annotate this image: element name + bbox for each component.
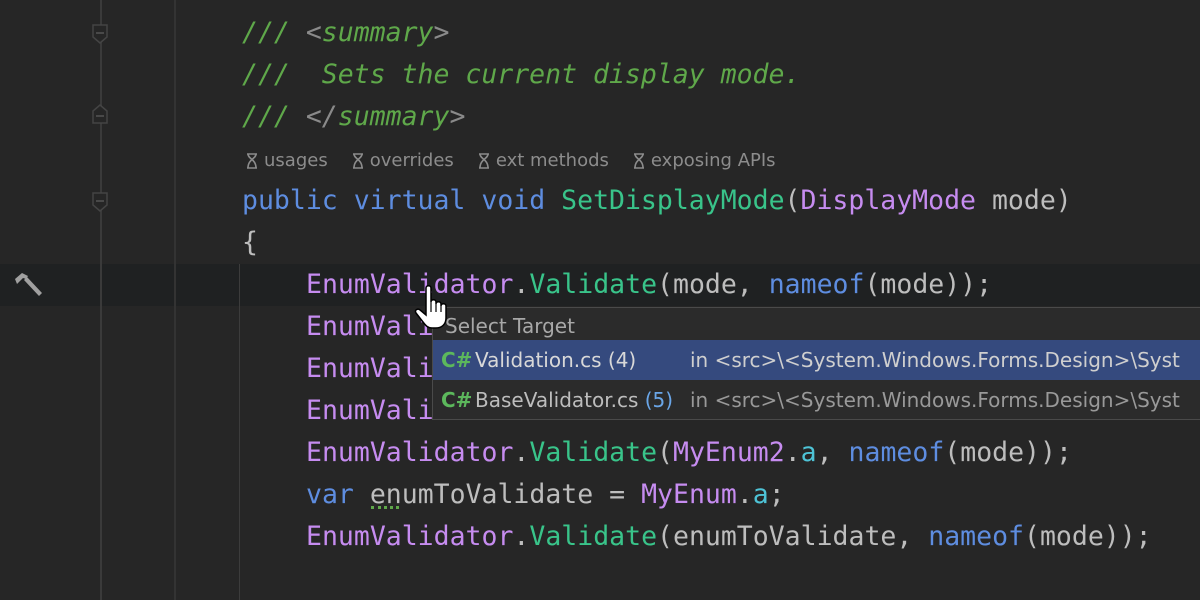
dot-token: . — [513, 269, 530, 300]
param-token: mode) — [976, 185, 1072, 216]
popup-title: Select Target — [445, 314, 575, 338]
file-name-group: Validation.cs (4) — [475, 340, 690, 380]
keyword-token: nameof — [928, 521, 1024, 552]
comment-token: /// — [242, 101, 306, 132]
file-location: in <src>\<System.Windows.Forms.Design>\S… — [690, 388, 1180, 412]
hint-overrides[interactable]: overrides — [352, 142, 454, 180]
comment-token: /// — [242, 17, 306, 48]
hourglass-icon — [247, 153, 257, 169]
args-token: (mode, — [657, 269, 769, 300]
hint-label: overrides — [369, 150, 454, 171]
code-line-validate-mode[interactable]: EnumValidator.Validate(mode, nameof(mode… — [306, 264, 992, 306]
hint-label: usages — [264, 150, 328, 171]
tag-token: </ — [305, 101, 338, 132]
tag-name-token: summary — [321, 17, 434, 48]
keyword-token: nameof — [768, 269, 865, 300]
file-name: Validation.cs — [475, 348, 602, 372]
gutter-divider — [174, 0, 176, 600]
hint-label: exposing APIs — [650, 150, 776, 171]
dot-token: . — [736, 479, 753, 510]
target-item-basevalidator[interactable]: C# BaseValidator.cs (5) in <src>\<System… — [433, 380, 1200, 420]
dot-token: . — [513, 521, 530, 552]
method-token: Validate — [529, 437, 658, 468]
hint-exposing-apis[interactable]: exposing APIs — [633, 142, 776, 180]
code-line-brace[interactable]: { — [242, 222, 258, 264]
type-token: DisplayMode — [800, 185, 977, 216]
hourglass-icon — [478, 153, 489, 169]
hand-pointer-icon — [414, 285, 447, 329]
variable-token: enumToValidate — [369, 479, 594, 510]
indent-guide — [239, 264, 240, 600]
keyword-token: public — [242, 185, 338, 216]
hint-ext-methods[interactable]: ext methods — [478, 142, 609, 180]
class-token: EnumValidator — [306, 521, 514, 552]
code-line-doc-summary-end[interactable]: /// </summary> — [242, 96, 465, 138]
target-item-validation[interactable]: C# Validation.cs (4) in <src>\<System.Wi… — [433, 340, 1200, 380]
tag-token: > — [433, 17, 450, 48]
method-name-token: SetDisplayMode — [561, 185, 785, 216]
code-line-validate-var[interactable]: EnumValidator.Validate(enumToValidate, n… — [306, 516, 1152, 558]
enum-token: MyEnum — [641, 479, 737, 510]
keyword-token: nameof — [848, 437, 945, 468]
usage-count: (5) — [644, 388, 674, 412]
code-vision-hints: usages overrides ext methods exposing AP… — [246, 142, 776, 180]
hourglass-icon — [633, 153, 644, 169]
code-line-doc-summary[interactable]: /// <summary> — [242, 12, 449, 54]
keyword-token: void — [481, 185, 546, 216]
code-line-var[interactable]: var enumToValidate = MyEnum.a; — [306, 474, 785, 516]
hourglass-icon — [352, 153, 363, 169]
member-token: a — [752, 479, 769, 510]
csharp-file-icon: C# — [441, 388, 473, 412]
operator-token: = — [593, 479, 642, 510]
fold-collapse-icon[interactable] — [92, 24, 108, 44]
tag-token: < — [305, 17, 322, 48]
method-token: Validate — [529, 521, 658, 552]
file-location: in <src>\<System.Windows.Forms.Design>\S… — [690, 348, 1180, 372]
code-line-doc-text[interactable]: /// Sets the current display mode. — [242, 54, 800, 96]
file-name: BaseValidator.cs — [475, 388, 639, 412]
args-token: (mode)); — [944, 437, 1072, 468]
hammer-icon[interactable] — [12, 270, 44, 302]
comma-token: , — [816, 437, 849, 468]
fold-collapse-icon[interactable] — [92, 192, 108, 212]
code-line-partial[interactable]: EnumVali — [306, 390, 434, 432]
args-token: (mode)); — [1024, 521, 1152, 552]
class-token[interactable]: EnumValidator — [306, 269, 513, 300]
method-token: Validate — [529, 269, 658, 300]
paren-token: ( — [784, 185, 801, 216]
dot-token: . — [784, 437, 801, 468]
args-token: (mode)); — [864, 269, 993, 300]
hint-label: ext methods — [495, 150, 609, 171]
csharp-file-icon: C# — [441, 348, 473, 372]
usage-count: (4) — [607, 348, 637, 372]
hint-usages[interactable]: usages — [246, 142, 328, 180]
file-name-group: BaseValidator.cs (5) — [475, 380, 690, 420]
dot-token: . — [513, 437, 530, 468]
code-line-signature[interactable]: public virtual void SetDisplayMode(Displ… — [242, 180, 1072, 222]
tag-name-token: summary — [337, 101, 450, 132]
class-token: EnumValidator — [306, 437, 514, 468]
enum-token: MyEnum2 — [673, 437, 785, 468]
semicolon-token: ; — [768, 479, 785, 510]
member-token: a — [800, 437, 817, 468]
tag-token: > — [449, 101, 466, 132]
keyword-token: var — [306, 479, 354, 510]
code-line-validate-myenum2[interactable]: EnumValidator.Validate(MyEnum2.a, nameof… — [306, 432, 1072, 474]
fold-gutter-line — [100, 0, 102, 600]
args-token: (enumToValidate, — [657, 521, 929, 552]
inspection-underline — [371, 506, 399, 509]
code-line-partial[interactable]: EnumVali — [306, 348, 434, 390]
paren-token: ( — [657, 437, 673, 468]
keyword-token: virtual — [353, 185, 466, 216]
fold-end-icon[interactable] — [92, 104, 108, 124]
select-target-popup: Select Target C# Validation.cs (4) in <s… — [432, 307, 1200, 420]
